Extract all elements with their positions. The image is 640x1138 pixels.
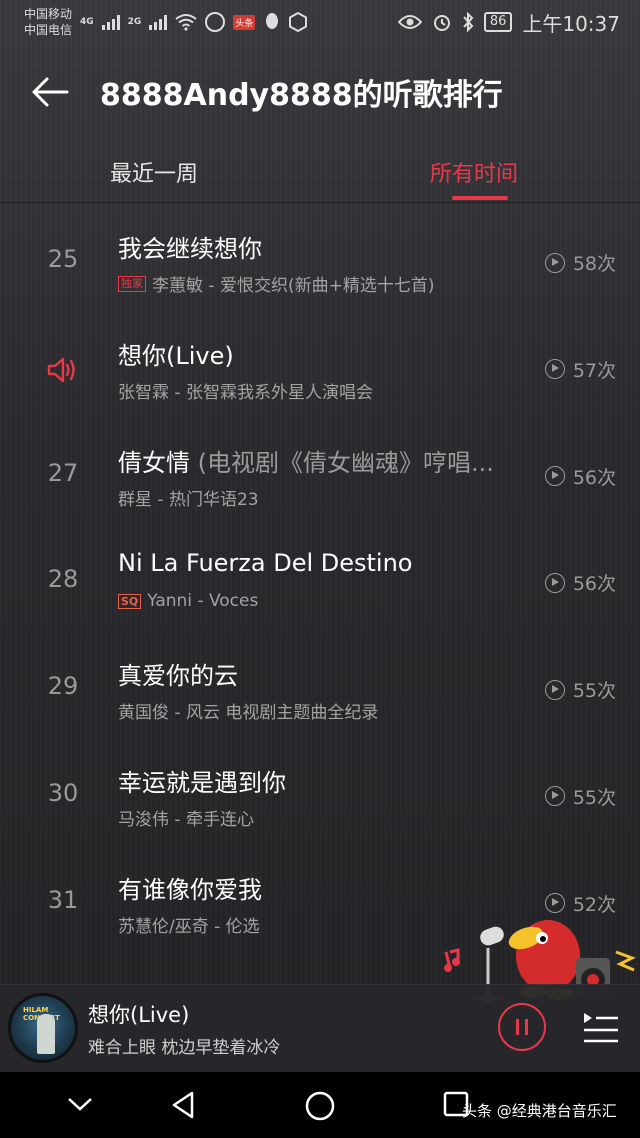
tab-bar: 最近一周 所有时间 bbox=[0, 140, 640, 202]
rank-number: 31 bbox=[47, 885, 79, 914]
eye-icon bbox=[397, 15, 422, 29]
play-icon bbox=[544, 359, 565, 380]
active-tab-indicator bbox=[452, 196, 508, 200]
rank-number: 27 bbox=[47, 458, 79, 487]
app-hex-icon bbox=[289, 12, 308, 32]
play-count: 57次 bbox=[544, 356, 616, 383]
song-title: 有谁像你爱我 bbox=[118, 875, 262, 904]
song-meta: 群星 - 热门华语23 bbox=[118, 485, 259, 510]
header: 8888Andy8888的听歌排行 bbox=[0, 52, 640, 132]
song-title: 真爱你的云 bbox=[118, 662, 238, 691]
song-meta: 马浚伟 - 牵手连心 bbox=[118, 805, 254, 830]
rank-number: 25 bbox=[47, 245, 79, 273]
play-icon bbox=[544, 786, 565, 807]
now-playing-lyric: 难合上眼 枕边早垫着冰冷 bbox=[88, 1038, 281, 1058]
playlist-icon[interactable] bbox=[582, 1009, 620, 1045]
play-icon bbox=[544, 466, 565, 487]
tab-all-time[interactable]: 所有时间 bbox=[430, 156, 518, 188]
page-title: 8888Andy8888的听歌排行 bbox=[100, 78, 503, 113]
ranking-list: 25 我会继续想你 独家 李蕙敏 - 爱恨交织(新曲+精选十七首) 58次 想你… bbox=[0, 205, 640, 953]
play-count: 56次 bbox=[544, 569, 616, 596]
song-meta: 独家 李蕙敏 - 爱恨交织(新曲+精选十七首) bbox=[118, 271, 434, 296]
play-icon bbox=[544, 572, 565, 593]
signal-icon bbox=[149, 14, 168, 30]
rank-number: 28 bbox=[47, 565, 79, 594]
network-type: 4G bbox=[80, 17, 94, 27]
wifi-icon bbox=[175, 14, 197, 31]
list-item[interactable]: 30 幸运就是遇到你 马浚伟 - 牵手连心 55次 bbox=[0, 739, 640, 846]
pause-button[interactable] bbox=[498, 1003, 546, 1051]
song-title: 倩女情 (电视剧《倩女幽魂》哼唱... bbox=[118, 448, 494, 477]
carrier-label: 中国移动 bbox=[24, 7, 73, 21]
signal-icon bbox=[101, 14, 120, 30]
song-meta: 黄国俊 - 风云 电视剧主题曲全纪录 bbox=[118, 698, 378, 723]
carrier-label: 中国电信 bbox=[24, 23, 73, 37]
list-item[interactable]: 25 我会继续想你 独家 李蕙敏 - 爱恨交织(新曲+精选十七首) 58次 bbox=[0, 205, 640, 312]
clock: 上午10:37 bbox=[522, 11, 620, 36]
list-item[interactable]: 想你(Live) 张智霖 - 张智霖我系外星人演唱会 57次 bbox=[0, 312, 640, 419]
back-button[interactable] bbox=[0, 52, 100, 132]
nav-back-icon[interactable] bbox=[170, 1090, 196, 1120]
song-meta: 张智霖 - 张智霖我系外星人演唱会 bbox=[118, 378, 373, 403]
rank-number: 30 bbox=[47, 778, 79, 807]
mini-player[interactable]: HILAM CONCERT 想你(Live) 难合上眼 枕边早垫着冰冷 bbox=[0, 984, 640, 1072]
nav-home-icon[interactable] bbox=[304, 1090, 336, 1122]
tab-recent-week[interactable]: 最近一周 bbox=[110, 156, 198, 188]
back-arrow-icon bbox=[32, 77, 69, 107]
play-count: 55次 bbox=[544, 783, 616, 810]
artist-album: Yanni - Voces bbox=[147, 591, 259, 612]
artist-album: 张智霖 - 张智霖我系外星人演唱会 bbox=[118, 382, 373, 403]
divider bbox=[0, 202, 640, 203]
now-playing-speaker-icon bbox=[47, 357, 75, 382]
song-title: 想你(Live) bbox=[118, 341, 234, 370]
list-item[interactable]: 28 Ni La Fuerza Del Destino SQ Yanni - V… bbox=[0, 525, 640, 632]
cover-figure bbox=[37, 1014, 55, 1054]
play-icon bbox=[544, 679, 565, 700]
qq-icon bbox=[266, 13, 279, 29]
sq-quality-badge: SQ bbox=[118, 593, 142, 609]
artist-album: 李蕙敏 - 爱恨交织(新曲+精选十七首) bbox=[152, 276, 435, 296]
bluetooth-icon bbox=[463, 12, 474, 32]
rank-number: 29 bbox=[47, 672, 79, 701]
play-icon bbox=[544, 252, 565, 273]
play-count: 55次 bbox=[544, 676, 616, 703]
play-count: 56次 bbox=[544, 463, 616, 490]
battery-indicator: 86 bbox=[483, 12, 513, 32]
song-title: Ni La Fuerza Del Destino bbox=[118, 549, 413, 578]
artist-album: 马浚伟 - 牵手连心 bbox=[118, 809, 254, 830]
exclusive-badge: 独家 bbox=[118, 275, 146, 292]
song-title: 我会继续想你 bbox=[118, 235, 262, 263]
toutiao-app-icon: 头条 bbox=[233, 14, 256, 30]
status-bar: 中国移动 中国电信 4G 2G 头条 86 上午10:37 bbox=[0, 0, 640, 44]
alarm-icon bbox=[433, 15, 450, 31]
network-type: 2G bbox=[127, 17, 142, 27]
album-cover[interactable]: HILAM CONCERT bbox=[8, 993, 78, 1063]
artist-album: 苏慧伦/巫奇 - 伦选 bbox=[118, 916, 260, 937]
now-playing-title: 想你(Live) bbox=[88, 1003, 190, 1027]
artist-album: 群星 - 热门华语23 bbox=[118, 489, 259, 510]
app-notification-icon bbox=[205, 12, 226, 32]
hide-nav-chevron-icon[interactable] bbox=[66, 1094, 94, 1114]
list-item[interactable]: 29 真爱你的云 黄国俊 - 风云 电视剧主题曲全纪录 55次 bbox=[0, 632, 640, 739]
song-meta: 苏慧伦/巫奇 - 伦选 bbox=[118, 912, 260, 937]
list-item[interactable]: 27 倩女情 (电视剧《倩女幽魂》哼唱... 群星 - 热门华语23 56次 bbox=[0, 419, 640, 526]
song-meta: SQ Yanni - Voces bbox=[118, 591, 258, 611]
song-title: 幸运就是遇到你 bbox=[118, 768, 286, 797]
play-count: 58次 bbox=[544, 249, 616, 276]
watermark: 头条 @经典港台音乐汇 bbox=[462, 1102, 617, 1120]
artist-album: 黄国俊 - 风云 电视剧主题曲全纪录 bbox=[118, 703, 379, 724]
